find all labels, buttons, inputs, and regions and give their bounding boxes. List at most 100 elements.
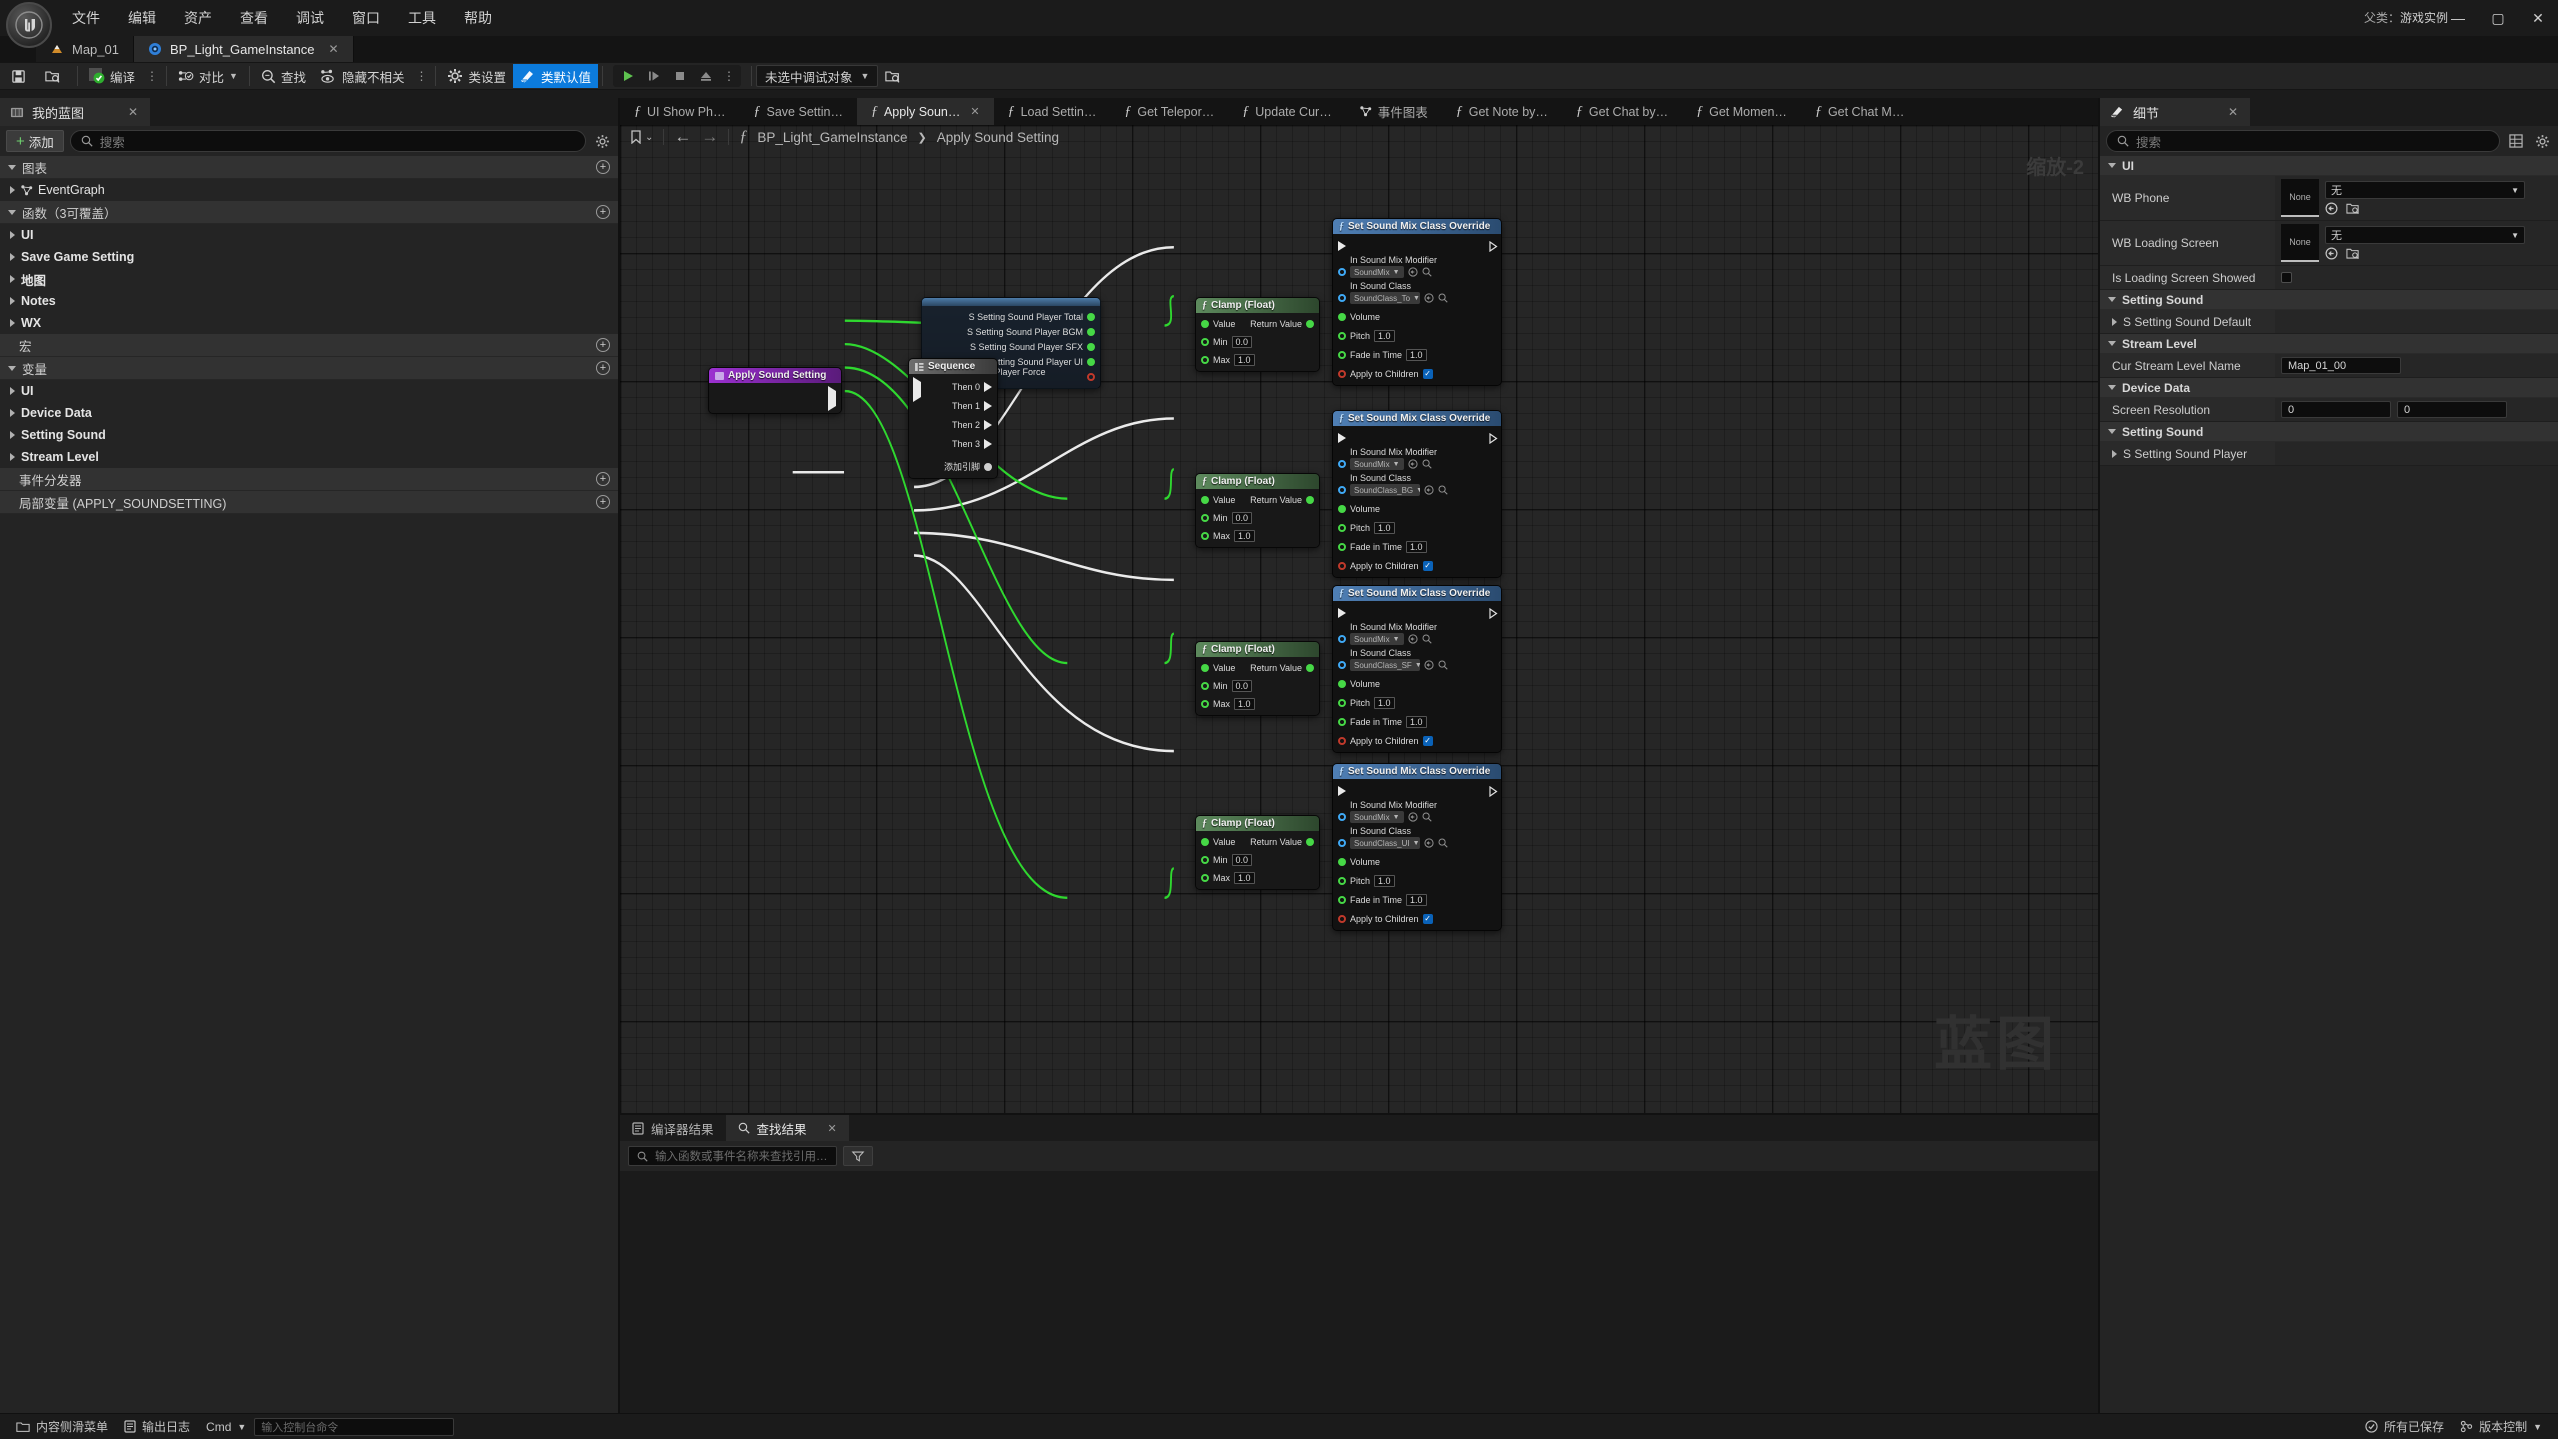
bookmark-icon[interactable]: ⌄ <box>630 130 653 144</box>
tree-item[interactable]: UI <box>0 224 618 246</box>
details-section-1[interactable]: Setting Sound <box>2100 290 2558 310</box>
pin-row-pitch[interactable]: Pitch 1.0 <box>1333 695 1501 710</box>
use-selected-asset-icon[interactable] <box>1407 812 1418 822</box>
menu-item-assets[interactable]: 资产 <box>170 4 226 32</box>
max-value-field[interactable]: 1.0 <box>1234 529 1255 542</box>
exec-out-pin[interactable] <box>1489 785 1498 797</box>
forward-button[interactable]: → <box>701 127 718 147</box>
pin-row-pitch[interactable]: Pitch 1.0 <box>1333 520 1501 535</box>
graph-tab-5[interactable]: ƒ Update Cur… <box>1228 98 1345 125</box>
pin-row-then1[interactable]: Then 1 <box>909 398 997 413</box>
use-selected-asset-icon[interactable] <box>1407 267 1418 277</box>
pin-row-pitch[interactable]: Pitch 1.0 <box>1333 873 1501 888</box>
return-output-pin[interactable] <box>1306 319 1314 328</box>
graph-tab-6[interactable]: 事件图表 <box>1346 98 1442 125</box>
fade-value-field[interactable]: 1.0 <box>1406 715 1427 728</box>
pin-row-max[interactable]: Max 1.0 <box>1196 528 1319 543</box>
float-pin[interactable] <box>1087 312 1095 321</box>
value-input-pin[interactable] <box>1201 495 1209 504</box>
details-section-3[interactable]: Device Data <box>2100 378 2558 398</box>
apply-children-input-pin[interactable] <box>1338 369 1346 378</box>
min-input-pin[interactable] <box>1201 681 1209 690</box>
chevron-down-icon[interactable] <box>2108 341 2116 346</box>
chevron-down-icon[interactable] <box>8 209 16 215</box>
graph-tab-2[interactable]: ƒ Apply Soun… ✕ <box>856 98 994 125</box>
node-function-entry[interactable]: Apply Sound Setting <box>708 367 842 414</box>
tree-category-2[interactable]: 宏 + <box>0 334 618 357</box>
add-pin-icon[interactable] <box>984 462 992 471</box>
pin-row[interactable]: S Setting Sound Player Total <box>922 309 1100 324</box>
graph-tab-9[interactable]: ƒ Get Momen… <box>1682 98 1801 125</box>
asset-thumbnail[interactable]: None <box>2281 224 2319 262</box>
graph-tab-1[interactable]: ƒ Save Settin… <box>740 98 857 125</box>
details-vec-y-field[interactable]: 0 <box>2397 401 2507 418</box>
minimize-button[interactable]: — <box>2438 0 2478 36</box>
pin-row-volume[interactable]: Volume <box>1333 676 1501 691</box>
chevron-right-icon[interactable] <box>2112 449 2117 458</box>
add-to-category-button[interactable]: + <box>596 338 610 352</box>
volume-input-pin[interactable] <box>1338 504 1346 513</box>
use-selected-asset-icon[interactable] <box>1424 293 1434 303</box>
tree-category-3[interactable]: 变量 + <box>0 357 618 380</box>
pin-row-value[interactable]: Value Return Value <box>1196 660 1319 675</box>
pin-row-pitch[interactable]: Pitch 1.0 <box>1333 328 1501 343</box>
cmd-selector[interactable]: Cmd ▼ <box>198 1416 254 1438</box>
hide-unrelated-button[interactable]: 隐藏不相关 <box>313 64 412 88</box>
min-value-field[interactable]: 0.0 <box>1231 853 1253 866</box>
chevron-right-icon[interactable] <box>10 431 15 439</box>
menu-item-debug[interactable]: 调试 <box>282 4 338 32</box>
pitch-value-field[interactable]: 1.0 <box>1374 329 1395 342</box>
pin-row-min[interactable]: Min 0.0 <box>1196 678 1319 693</box>
exec-out-pin[interactable] <box>984 381 992 392</box>
details-search-input[interactable]: 搜索 <box>2106 130 2500 152</box>
browse-asset-icon[interactable] <box>1438 485 1448 495</box>
add-to-category-button[interactable]: + <box>596 361 610 375</box>
pin-row-min[interactable]: Min 0.0 <box>1196 510 1319 525</box>
tree-item[interactable]: UI <box>0 380 618 402</box>
add-button[interactable]: + 添加 <box>6 130 64 152</box>
source-control-button[interactable]: 版本控制 ▼ <box>2452 1416 2550 1438</box>
exec-row[interactable] <box>1333 429 1501 446</box>
volume-input-pin[interactable] <box>1338 312 1346 321</box>
tree-item[interactable]: WX <box>0 312 618 334</box>
volume-input-pin[interactable] <box>1338 679 1346 688</box>
pin-row-apply-children[interactable]: Apply to Children ✓ <box>1333 911 1501 926</box>
chevron-right-icon[interactable] <box>10 319 15 327</box>
pitch-input-pin[interactable] <box>1338 331 1346 340</box>
fade-input-pin[interactable] <box>1338 542 1346 551</box>
find-results-list[interactable] <box>620 1171 2098 1413</box>
menu-item-window[interactable]: 窗口 <box>338 4 394 32</box>
browse-asset-icon[interactable] <box>1422 812 1432 822</box>
volume-input-pin[interactable] <box>1338 857 1346 866</box>
apply-children-input-pin[interactable] <box>1338 914 1346 923</box>
graph-tab-0[interactable]: ƒ UI Show Ph… <box>620 98 740 125</box>
mix-input-pin[interactable] <box>1338 813 1346 821</box>
hide-unrelated-kebab[interactable]: ⋮ <box>411 69 431 83</box>
column-layout-icon[interactable] <box>2506 131 2526 151</box>
browse-asset-icon[interactable] <box>1422 267 1432 277</box>
pin-row-apply-children[interactable]: Apply to Children ✓ <box>1333 366 1501 381</box>
pin-row-mix[interactable]: In Sound Mix Modifier SoundMix ▼ <box>1333 621 1501 645</box>
chevron-down-icon[interactable] <box>2108 385 2116 390</box>
pitch-input-pin[interactable] <box>1338 698 1346 707</box>
pin-row-mix[interactable]: In Sound Mix Modifier SoundMix ▼ <box>1333 254 1501 278</box>
apply-children-input-pin[interactable] <box>1338 736 1346 745</box>
close-icon[interactable]: ✕ <box>2204 105 2238 119</box>
chevron-right-icon[interactable] <box>10 253 15 261</box>
min-input-pin[interactable] <box>1201 337 1209 346</box>
pin-row-max[interactable]: Max 1.0 <box>1196 696 1319 711</box>
exec-out-pin[interactable] <box>1489 432 1498 444</box>
asset-tab-map01[interactable]: Map_01 <box>36 36 134 62</box>
exec-row[interactable] <box>1333 782 1501 799</box>
max-input-pin[interactable] <box>1201 873 1209 882</box>
chevron-right-icon[interactable] <box>10 275 15 283</box>
class-input-pin[interactable] <box>1338 294 1346 302</box>
browse-asset-icon[interactable] <box>2346 247 2360 260</box>
tree-category-4[interactable]: 事件分发器 + <box>0 468 618 491</box>
exec-out-pin[interactable] <box>828 386 836 411</box>
add-to-category-button[interactable]: + <box>596 160 610 174</box>
pin-row-fade[interactable]: Fade in Time 1.0 <box>1333 714 1501 729</box>
compile-button[interactable]: 编译 <box>82 64 142 88</box>
menu-item-file[interactable]: 文件 <box>58 4 114 32</box>
float-pin[interactable] <box>1087 327 1095 336</box>
